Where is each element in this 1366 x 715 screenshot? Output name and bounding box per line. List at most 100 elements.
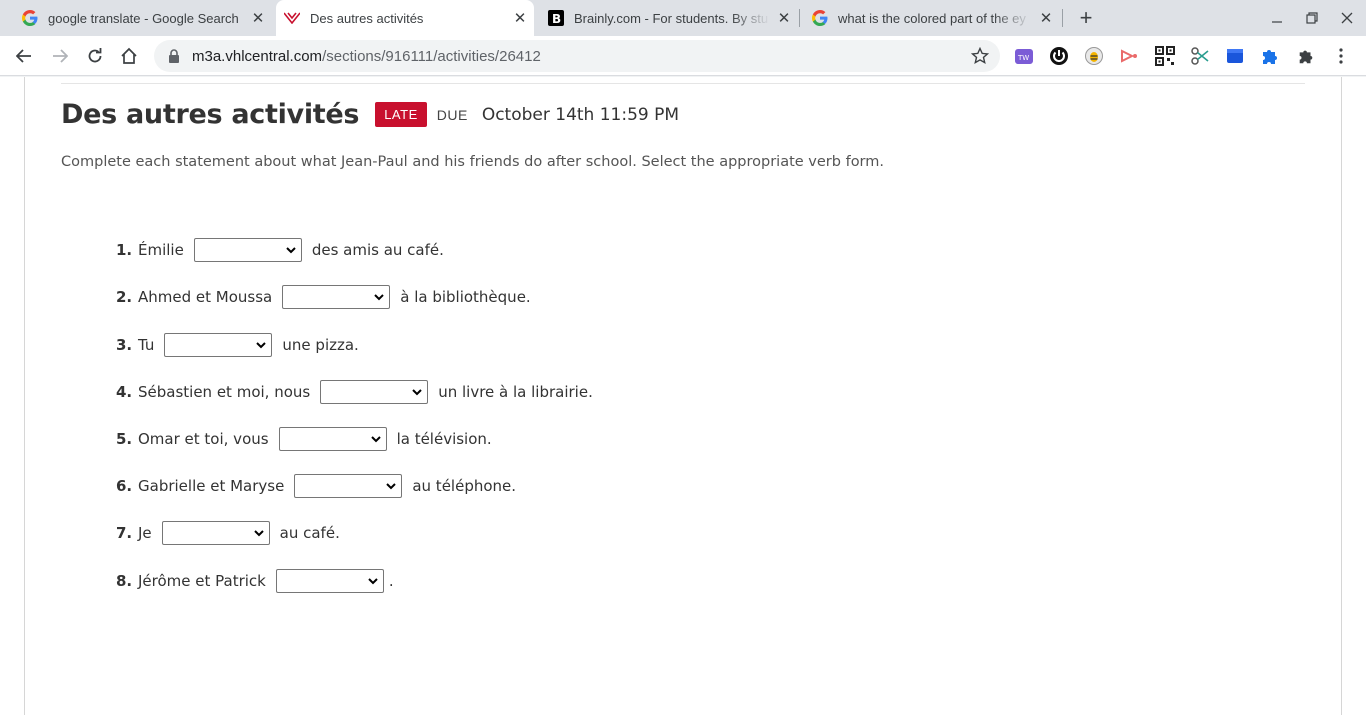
puzzle-blue-icon[interactable]: [1259, 45, 1281, 67]
power-icon[interactable]: [1048, 45, 1070, 67]
question-prefix: Gabrielle et Maryse: [138, 477, 285, 495]
question-suffix: la télévision.: [396, 430, 492, 448]
verb-select-7[interactable]: [161, 521, 270, 545]
google-icon: [812, 10, 828, 26]
verb-select-3[interactable]: [164, 333, 273, 357]
tab-brainly[interactable]: B Brainly.com - For students. By stu ✕: [540, 0, 798, 36]
due-label: DUE: [436, 106, 468, 123]
question-2: 2. Ahmed et Moussa à la bibliothèque.: [116, 284, 531, 310]
close-window-icon[interactable]: [1330, 0, 1364, 36]
tab-title: Des autres activités: [310, 10, 424, 26]
browser-toolbar: m3a.vhlcentral.com/sections/916111/activ…: [0, 36, 1366, 76]
close-icon[interactable]: ✕: [250, 10, 266, 27]
question-suffix: à la bibliothèque.: [400, 288, 531, 306]
chevron-down-icon: [286, 247, 296, 254]
chevron-down-icon: [386, 483, 397, 490]
question-suffix: des amis au café.: [311, 241, 444, 259]
question-number: 2.: [116, 288, 133, 306]
late-badge: LATE: [375, 102, 427, 127]
question-prefix: Omar et toi, vous: [138, 430, 269, 448]
teamwork-icon[interactable]: TW: [1013, 45, 1035, 67]
activity-card: Des autres activités LATE DUE October 14…: [24, 77, 1342, 715]
close-icon[interactable]: ✕: [512, 10, 528, 27]
question-suffix: au café.: [279, 524, 340, 542]
tab-title: google translate - Google Search: [48, 10, 239, 26]
activity-header: Des autres activités LATE DUE October 14…: [61, 99, 679, 130]
url-text: m3a.vhlcentral.com/sections/916111/activ…: [192, 47, 541, 65]
question-number: 3.: [116, 336, 133, 354]
address-bar[interactable]: m3a.vhlcentral.com/sections/916111/activ…: [154, 40, 1000, 72]
minimize-icon[interactable]: [1260, 0, 1294, 36]
vhl-icon: [284, 10, 300, 26]
question-prefix: Je: [138, 524, 152, 542]
verb-select-5[interactable]: [278, 427, 387, 451]
question-number: 7.: [116, 524, 133, 542]
question-prefix: Ahmed et Moussa: [138, 288, 273, 306]
tab-strip: google translate - Google Search ✕ Des a…: [0, 0, 1366, 36]
question-prefix: Émilie: [138, 241, 184, 259]
restore-icon[interactable]: [1295, 0, 1329, 36]
google-icon: [22, 10, 38, 26]
page-title: Des autres activités: [61, 99, 360, 130]
question-suffix: une pizza.: [282, 336, 359, 354]
due-date: October 14th 11:59 PM: [481, 104, 680, 125]
question-number: 6.: [116, 477, 133, 495]
extensions-puzzle-icon[interactable]: [1295, 45, 1317, 67]
screencast-icon[interactable]: [1118, 45, 1140, 67]
svg-text:TW: TW: [1017, 54, 1029, 62]
svg-text:B: B: [552, 12, 561, 26]
tab-google-eye[interactable]: what is the colored part of the ey ✕: [804, 0, 1060, 36]
page-viewport: Des autres activités LATE DUE October 14…: [0, 77, 1366, 715]
new-tab-icon[interactable]: +: [1074, 5, 1098, 30]
chevron-down-icon: [256, 342, 267, 349]
verb-select-2[interactable]: [282, 285, 391, 309]
question-suffix: au téléphone.: [412, 477, 517, 495]
qr-code-icon[interactable]: [1154, 45, 1176, 67]
question-4: 4. Sébastien et moi, nous un livre à la …: [116, 379, 593, 405]
tab-des-autres-activites[interactable]: Des autres activités ✕: [276, 0, 534, 36]
question-suffix: .: [388, 572, 394, 590]
close-icon[interactable]: ✕: [1038, 10, 1054, 27]
chevron-down-icon: [374, 294, 384, 301]
question-prefix: Jérôme et Patrick: [138, 572, 266, 590]
tab-title: Brainly.com - For students. By stu: [574, 10, 769, 26]
lock-icon[interactable]: [168, 49, 182, 63]
question-number: 1.: [116, 241, 133, 259]
browser-menu-icon[interactable]: [1330, 45, 1352, 67]
tab-title: what is the colored part of the ey: [838, 10, 1026, 26]
question-number: 4.: [116, 383, 133, 401]
question-8: 8. Jérôme et Patrick .: [116, 568, 394, 594]
scissors-icon[interactable]: [1189, 45, 1211, 67]
question-3: 3. Tu une pizza.: [116, 332, 359, 358]
verb-select-1[interactable]: [193, 238, 302, 262]
question-number: 5.: [116, 430, 133, 448]
question-prefix: Tu: [138, 336, 155, 354]
verb-select-8[interactable]: [275, 569, 384, 593]
back-icon[interactable]: [10, 42, 38, 70]
brainly-icon: B: [548, 10, 564, 26]
tab-separator: [799, 9, 800, 27]
question-6: 6. Gabrielle et Maryse au téléphone.: [116, 473, 516, 499]
question-suffix: un livre à la librairie.: [438, 383, 593, 401]
question-number: 8.: [116, 572, 133, 590]
instructions: Complete each statement about what Jean-…: [61, 154, 885, 170]
reload-icon[interactable]: [81, 42, 109, 70]
chevron-down-icon: [368, 578, 378, 585]
verb-select-6[interactable]: [294, 474, 403, 498]
chevron-down-icon: [253, 530, 264, 537]
notebook-icon[interactable]: [1224, 45, 1246, 67]
question-prefix: Sébastien et moi, nous: [138, 383, 311, 401]
tab-google-translate[interactable]: google translate - Google Search ✕: [14, 0, 272, 36]
bookmark-star-icon[interactable]: [970, 46, 990, 66]
chevron-down-icon: [370, 436, 381, 443]
divider: [61, 83, 1305, 84]
tab-separator: [1062, 9, 1063, 27]
chevron-down-icon: [412, 389, 422, 396]
bee-icon[interactable]: [1083, 45, 1105, 67]
question-7: 7. Je au café.: [116, 520, 340, 546]
forward-icon[interactable]: [46, 42, 74, 70]
verb-select-4[interactable]: [320, 380, 429, 404]
home-icon[interactable]: [115, 42, 143, 70]
close-icon[interactable]: ✕: [776, 10, 792, 27]
question-1: 1. Émilie des amis au café.: [116, 237, 444, 263]
